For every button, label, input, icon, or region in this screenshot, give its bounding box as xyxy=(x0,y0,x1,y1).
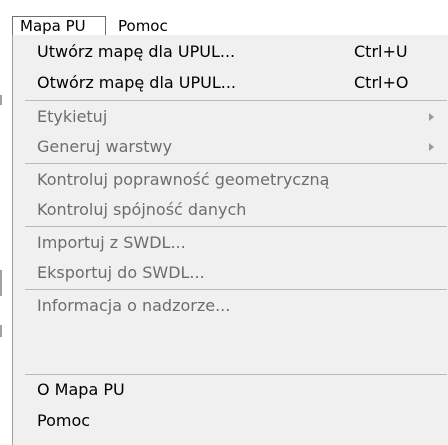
application-window: Mapa PU Pomoc Utwórz mapę dla UPUL... Ct… xyxy=(0,0,448,445)
menubar-item-mapa-pu[interactable]: Mapa PU xyxy=(12,16,106,36)
menu-item-label: Utwórz mapę dla UPUL... xyxy=(37,42,236,61)
menu-item-label: Generuj warstwy xyxy=(37,137,173,156)
menu-item-help[interactable]: Pomoc xyxy=(13,407,448,435)
menu-item-label: Kontroluj spójność danych xyxy=(37,200,247,219)
menu-separator xyxy=(25,226,447,227)
background-window-edge xyxy=(0,270,2,296)
menu-item-label: Kontroluj poprawność geometryczną xyxy=(37,170,330,189)
menu-separator xyxy=(25,163,447,164)
background-window-edge xyxy=(0,95,2,105)
submenu-arrow-icon xyxy=(429,143,434,151)
menu-item-export-swdl[interactable]: Eksportuj do SWDL... xyxy=(13,259,448,287)
background-window-edge xyxy=(0,325,2,337)
menu-item-shortcut: Ctrl+U xyxy=(354,42,408,61)
menu-item-import-swdl[interactable]: Importuj z SWDL... xyxy=(13,229,448,257)
menu-item-label-layers[interactable]: Etykietuj xyxy=(13,103,448,131)
menu-separator xyxy=(25,100,447,101)
menu-item-label: Eksportuj do SWDL... xyxy=(37,263,205,282)
menu-item-label: O Mapa PU xyxy=(37,380,125,399)
menu-bar: Mapa PU Pomoc xyxy=(0,0,448,36)
menu-item-label: Pomoc xyxy=(37,411,91,430)
menu-item-label: Otwórz mapę dla UPUL... xyxy=(37,73,237,92)
menu-item-label: Etykietuj xyxy=(37,107,108,126)
menu-item-about[interactable]: O Mapa PU xyxy=(13,376,448,404)
menu-item-create-map[interactable]: Utwórz mapę dla UPUL... Ctrl+U xyxy=(13,38,448,66)
menubar-item-pomoc[interactable]: Pomoc xyxy=(112,16,173,36)
mapa-pu-dropdown-menu: Utwórz mapę dla UPUL... Ctrl+U Otwórz ma… xyxy=(12,35,448,445)
menu-separator xyxy=(25,374,447,375)
menu-item-check-geometry[interactable]: Kontroluj poprawność geometryczną xyxy=(13,166,448,194)
menu-item-label: Informacja o nadzorze... xyxy=(37,296,231,315)
menu-item-generate-layers[interactable]: Generuj warstwy xyxy=(13,133,448,161)
menu-item-label: Importuj z SWDL... xyxy=(37,233,186,252)
menu-item-check-consistency[interactable]: Kontroluj spójność danych xyxy=(13,196,448,224)
menu-item-supervision-info[interactable]: Informacja o nadzorze... xyxy=(13,292,448,320)
submenu-arrow-icon xyxy=(429,113,434,121)
menu-separator xyxy=(25,289,447,290)
menu-item-shortcut: Ctrl+O xyxy=(354,73,409,92)
menu-item-open-map[interactable]: Otwórz mapę dla UPUL... Ctrl+O xyxy=(13,69,448,97)
